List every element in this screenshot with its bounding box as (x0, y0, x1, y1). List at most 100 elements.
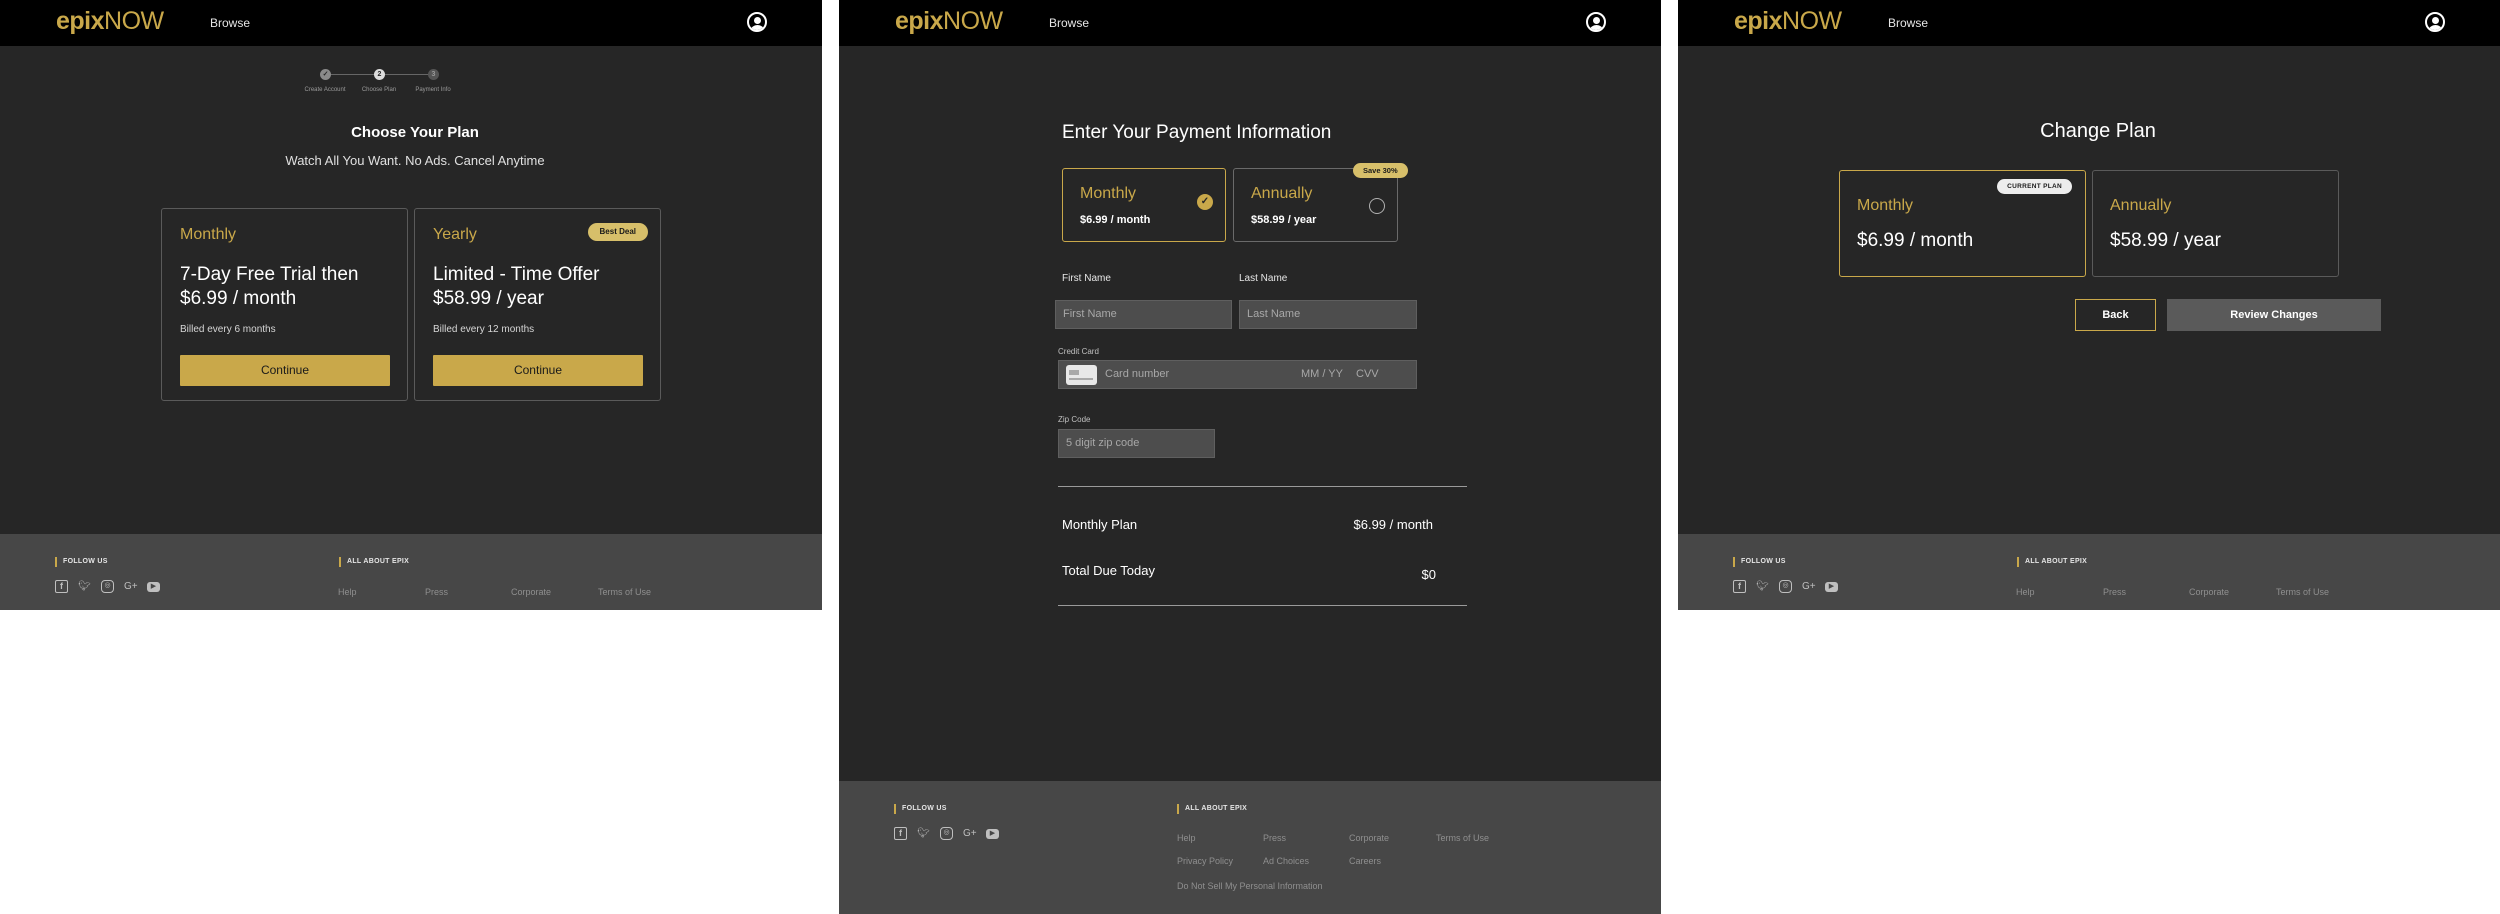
plan-price: $58.99 / year (1251, 214, 1317, 226)
top-navbar: epixNOW Browse (1678, 0, 2500, 46)
save-badge: Save 30% (1353, 163, 1408, 178)
plan-price: $6.99 / month (1080, 214, 1151, 226)
plan-name: Annually (1251, 185, 1313, 202)
footer-link-terms[interactable]: Terms of Use (1436, 833, 1489, 843)
plan-price: $6.99 / month (1857, 230, 1974, 251)
footer-link-press[interactable]: Press (2103, 587, 2126, 597)
footer-link-privacy[interactable]: Privacy Policy (1177, 856, 1233, 866)
step-create-account-check-icon: ✓ (320, 69, 331, 80)
cvv-input[interactable]: CVV (1356, 361, 1379, 388)
payment-plan-monthly[interactable]: Monthly $6.99 / month ✓ (1062, 168, 1226, 242)
footer-link-careers[interactable]: Careers (1349, 856, 1381, 866)
first-name-input[interactable]: First Name (1055, 300, 1232, 329)
plan-card-yearly[interactable]: Yearly Best Deal Limited - Time Offer $5… (414, 208, 661, 401)
plan-billing-note: Billed every 12 months (433, 324, 535, 335)
step-payment-info-dot: 3 (428, 69, 439, 80)
epix-now-logo[interactable]: epixNOW (895, 7, 1003, 36)
page-title: Enter Your Payment Information (1062, 122, 1332, 143)
footer: FOLLOW US f 🐦︎ ◎ G+ ▶ ALL ABOUT EPIX Hel… (1678, 534, 2500, 610)
best-deal-badge: Best Deal (587, 223, 648, 241)
google-plus-icon[interactable]: G+ (1802, 580, 1816, 593)
divider (1058, 605, 1467, 606)
zip-code-label: Zip Code (1058, 415, 1091, 424)
footer-link-corporate[interactable]: Corporate (2189, 587, 2229, 597)
nav-browse-link[interactable]: Browse (210, 16, 250, 30)
payment-plan-annually[interactable]: Annually $58.99 / year (1233, 168, 1398, 242)
footer-link-help[interactable]: Help (338, 587, 357, 597)
social-links: f 🐦︎ ◎ G+ ▶ (1733, 580, 1838, 593)
google-plus-icon[interactable]: G+ (124, 580, 138, 593)
follow-us-heading: FOLLOW US (894, 804, 947, 814)
top-navbar: epixNOW Browse (0, 0, 822, 46)
follow-us-heading: FOLLOW US (1733, 557, 1786, 567)
youtube-icon[interactable]: ▶ (147, 582, 160, 592)
change-plan-screen: epixNOW Browse Change Plan CURRENT PLAN … (1678, 0, 2500, 610)
change-plan-monthly[interactable]: CURRENT PLAN Monthly $6.99 / month (1839, 170, 2086, 277)
first-name-label: First Name (1062, 273, 1111, 284)
expiry-input[interactable]: MM / YY (1301, 361, 1343, 388)
continue-button[interactable]: Continue (433, 355, 643, 386)
twitter-icon[interactable]: 🐦︎ (917, 827, 930, 840)
plan-name: Yearly (433, 226, 477, 243)
step-choose-plan-dot: 2 (374, 69, 385, 80)
card-number-input[interactable]: Card number (1105, 361, 1169, 388)
facebook-icon[interactable]: f (894, 827, 907, 840)
footer-link-corporate[interactable]: Corporate (511, 587, 551, 597)
plan-card-monthly[interactable]: Monthly 7-Day Free Trial then $6.99 / mo… (161, 208, 408, 401)
change-plan-annually[interactable]: Annually $58.99 / year (2092, 170, 2339, 277)
google-plus-icon[interactable]: G+ (963, 827, 977, 840)
plan-offer: 7-Day Free Trial then $6.99 / month (180, 264, 359, 309)
facebook-icon[interactable]: f (1733, 580, 1746, 593)
credit-card-icon (1066, 365, 1097, 385)
twitter-icon[interactable]: 🐦︎ (1756, 580, 1769, 593)
signup-stepper: ✓ 2 3 Create Account Choose Plan Payment… (304, 66, 500, 96)
footer-link-corporate[interactable]: Corporate (1349, 833, 1389, 843)
footer-link-help[interactable]: Help (2016, 587, 2035, 597)
profile-icon[interactable] (747, 12, 767, 32)
zip-code-input[interactable]: 5 digit zip code (1058, 429, 1215, 458)
epix-now-logo[interactable]: epixNOW (56, 7, 164, 36)
last-name-input[interactable]: Last Name (1239, 300, 1417, 329)
step-label: Create Account (304, 87, 346, 93)
summary-plan-value: $6.99 / month (1353, 517, 1434, 532)
current-plan-badge: CURRENT PLAN (1997, 179, 2072, 194)
youtube-icon[interactable]: ▶ (1825, 582, 1838, 592)
instagram-icon[interactable]: ◎ (101, 580, 114, 593)
footer-link-do-not-sell[interactable]: Do Not Sell My Personal Information (1177, 881, 1323, 891)
social-links: f 🐦︎ ◎ G+ ▶ (55, 580, 160, 593)
credit-card-label: Credit Card (1058, 347, 1099, 356)
plan-billing-note: Billed every 6 months (180, 324, 276, 335)
plan-price: $58.99 / year (2110, 230, 2221, 251)
epix-now-logo[interactable]: epixNOW (1734, 7, 1842, 36)
selected-check-icon: ✓ (1197, 194, 1213, 210)
footer-link-terms[interactable]: Terms of Use (2276, 587, 2329, 597)
social-links: f 🐦︎ ◎ G+ ▶ (894, 827, 999, 840)
plan-name: Annually (2110, 197, 2172, 214)
nav-browse-link[interactable]: Browse (1049, 16, 1089, 30)
all-about-epix-heading: ALL ABOUT EPIX (2017, 557, 2087, 567)
instagram-icon[interactable]: ◎ (940, 827, 953, 840)
facebook-icon[interactable]: f (55, 580, 68, 593)
footer-link-ad-choices[interactable]: Ad Choices (1263, 856, 1309, 866)
youtube-icon[interactable]: ▶ (986, 829, 999, 839)
review-changes-button[interactable]: Review Changes (2167, 299, 2381, 331)
instagram-icon[interactable]: ◎ (1779, 580, 1792, 593)
back-button[interactable]: Back (2075, 299, 2156, 331)
footer-link-press[interactable]: Press (425, 587, 448, 597)
profile-icon[interactable] (2425, 12, 2445, 32)
continue-button[interactable]: Continue (180, 355, 390, 386)
footer-link-terms[interactable]: Terms of Use (598, 587, 651, 597)
twitter-icon[interactable]: 🐦︎ (78, 580, 91, 593)
profile-icon[interactable] (1586, 12, 1606, 32)
nav-browse-link[interactable]: Browse (1888, 16, 1928, 30)
top-navbar: epixNOW Browse (839, 0, 1661, 46)
footer-link-help[interactable]: Help (1177, 833, 1196, 843)
follow-us-heading: FOLLOW US (55, 557, 108, 567)
credit-card-field[interactable]: Card number MM / YY CVV (1058, 360, 1417, 389)
plan-offer: Limited - Time Offer $58.99 / year (433, 264, 600, 309)
unselected-radio-icon[interactable] (1369, 198, 1385, 214)
plan-name: Monthly (1857, 197, 1914, 214)
footer-link-press[interactable]: Press (1263, 833, 1286, 843)
total-due-label: Total Due Today (1062, 563, 1155, 578)
stepper-line (380, 74, 434, 75)
